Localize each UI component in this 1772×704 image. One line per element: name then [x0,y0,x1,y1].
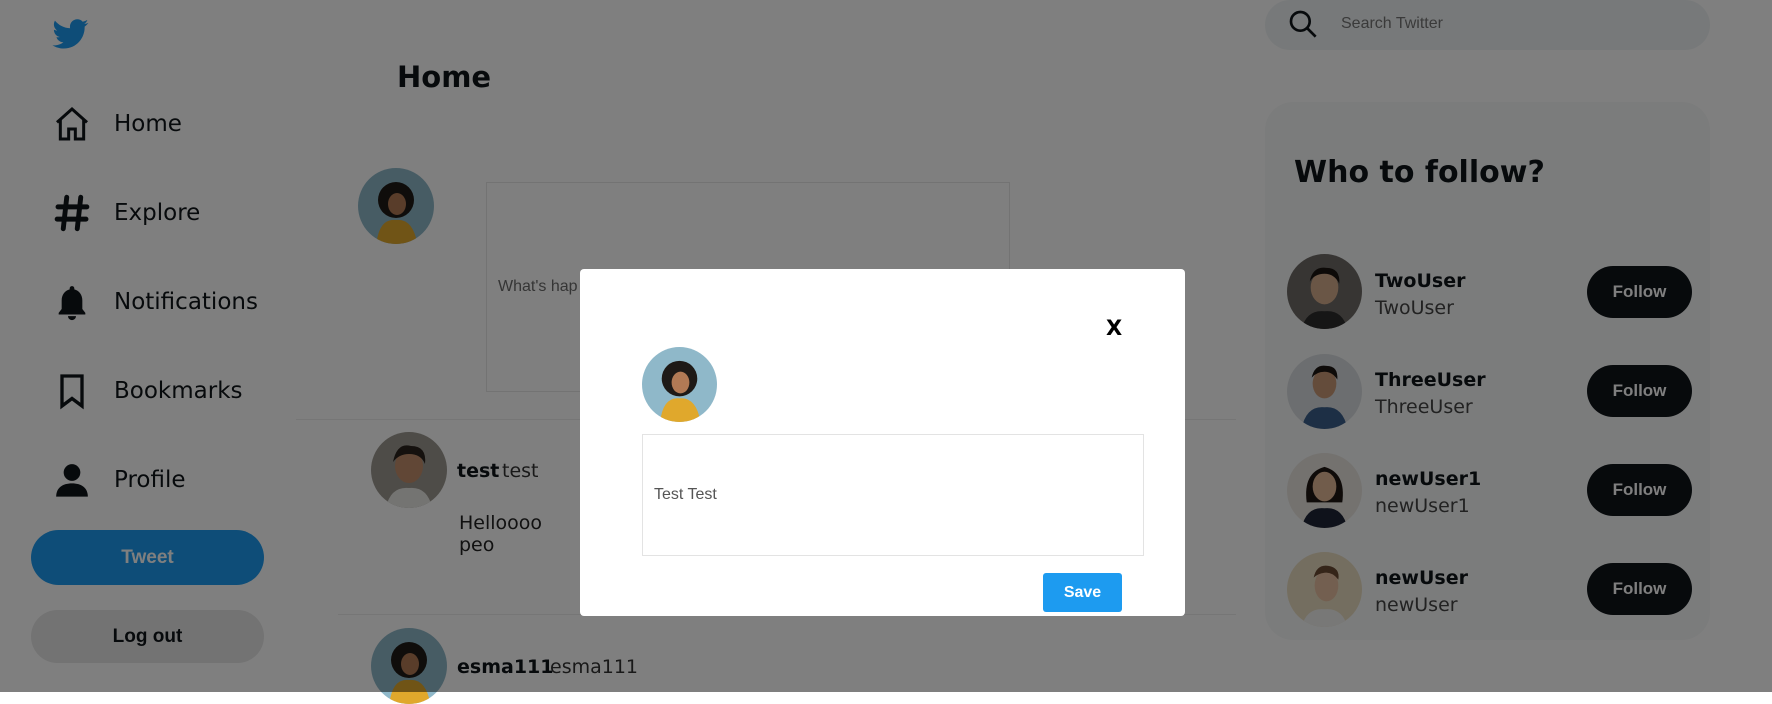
avatar[interactable] [642,347,717,422]
edit-name-input[interactable] [642,434,1144,556]
close-button[interactable]: X [1106,316,1122,340]
save-button[interactable]: Save [1043,573,1122,612]
